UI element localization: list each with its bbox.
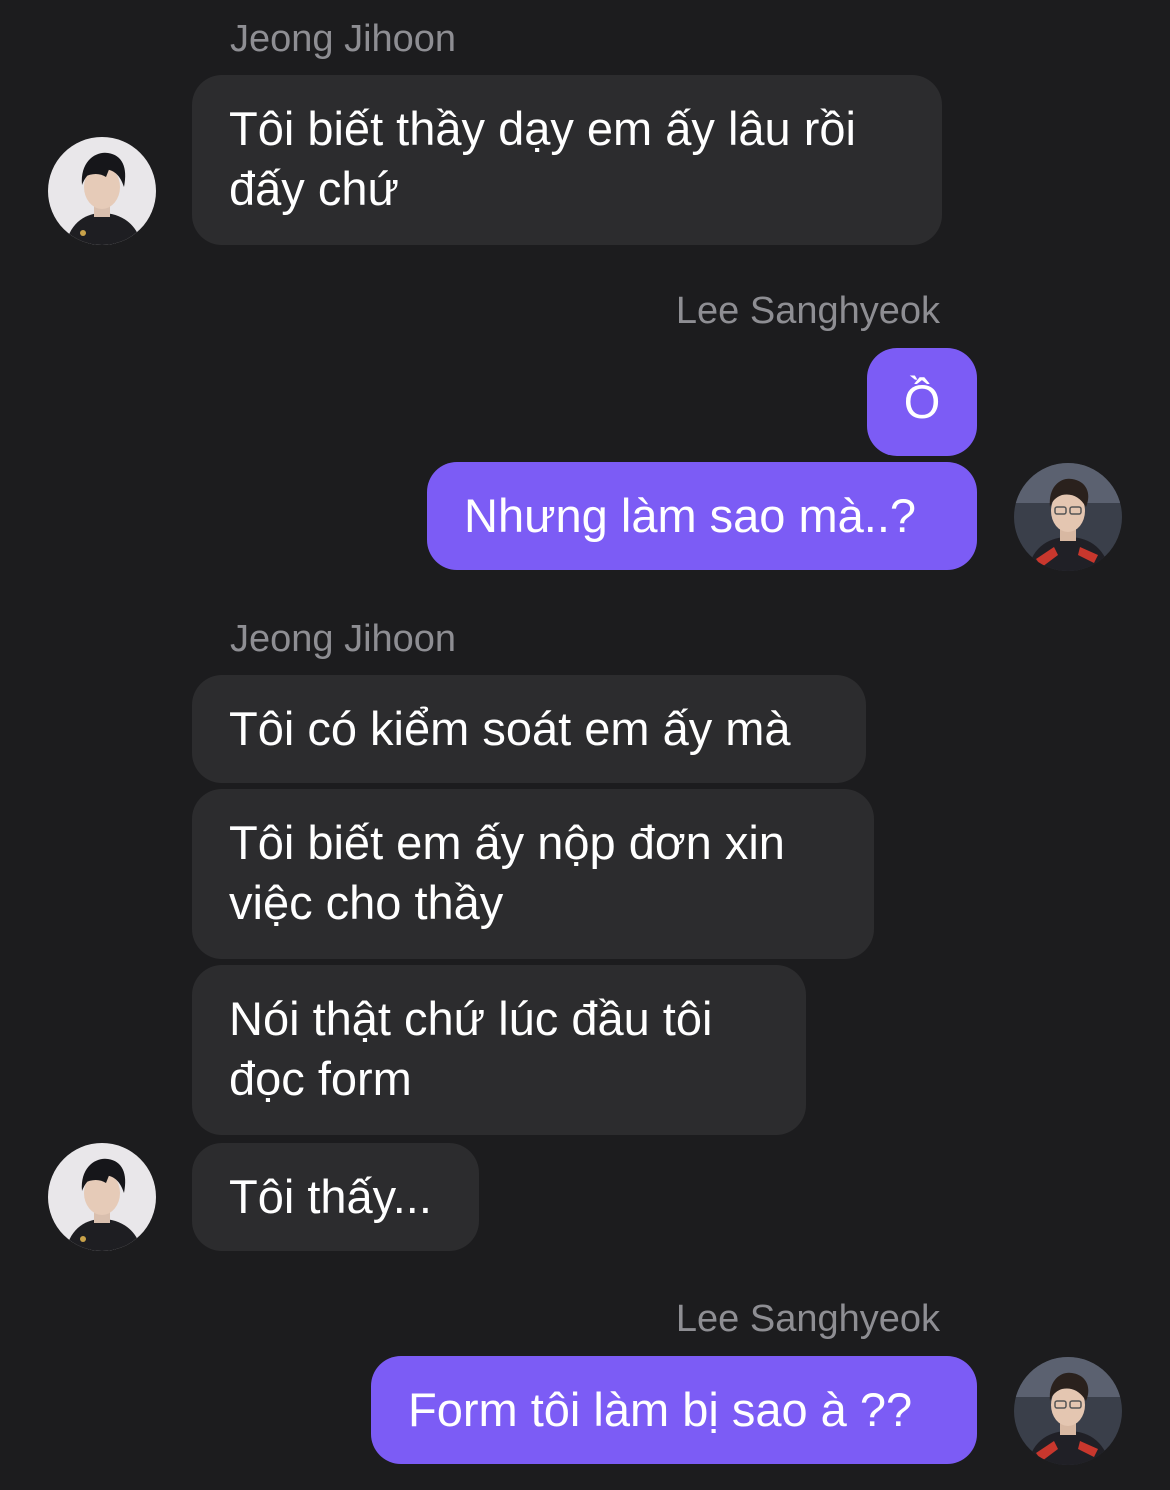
message-bubble[interactable]: Tôi biết thầy dạy em ấy lâu rồi đấy chứ [192, 75, 942, 245]
sender-name: Jeong Jihoon [230, 618, 457, 660]
message-bubble[interactable]: Nói thật chứ lúc đầu tôi đọc form [192, 965, 806, 1135]
avatar[interactable] [1014, 463, 1122, 571]
message-text: Tôi biết thầy dạy em ấy lâu rồi đấy chứ [229, 102, 856, 215]
message-bubble[interactable]: Form tôi làm bị sao à ?? [371, 1356, 977, 1464]
message-text: Nhưng làm sao mà..? [464, 489, 917, 542]
message-bubble[interactable]: Tôi có kiểm soát em ấy mà [192, 675, 866, 783]
avatar[interactable] [48, 137, 156, 245]
avatar[interactable] [48, 1143, 156, 1251]
sender-name: Lee Sanghyeok [675, 1298, 940, 1340]
message-bubble[interactable]: Nhưng làm sao mà..? [427, 462, 977, 570]
avatar[interactable] [1014, 1357, 1122, 1465]
message-text: Tôi có kiểm soát em ấy mà [229, 702, 791, 755]
message-text: Ồ [903, 375, 941, 428]
message-text: Tôi thấy... [229, 1170, 432, 1223]
sender-name: Jeong Jihoon [230, 18, 457, 60]
avatar-jeong-jihoon-icon [48, 1143, 156, 1251]
avatar-jeong-jihoon-icon [48, 137, 156, 245]
sender-name: Lee Sanghyeok [675, 290, 940, 332]
avatar-lee-sanghyeok-icon [1014, 1357, 1122, 1465]
message-bubble[interactable]: Ồ [867, 348, 977, 456]
avatar-lee-sanghyeok-icon [1014, 463, 1122, 571]
message-bubble[interactable]: Tôi biết em ấy nộp đơn xin việc cho thầy [192, 789, 874, 959]
message-text: Nói thật chứ lúc đầu tôi đọc form [229, 992, 713, 1105]
message-bubble[interactable]: Tôi thấy... [192, 1143, 479, 1251]
message-text: Tôi biết em ấy nộp đơn xin việc cho thầy [229, 816, 785, 929]
message-text: Form tôi làm bị sao à ?? [408, 1383, 913, 1436]
